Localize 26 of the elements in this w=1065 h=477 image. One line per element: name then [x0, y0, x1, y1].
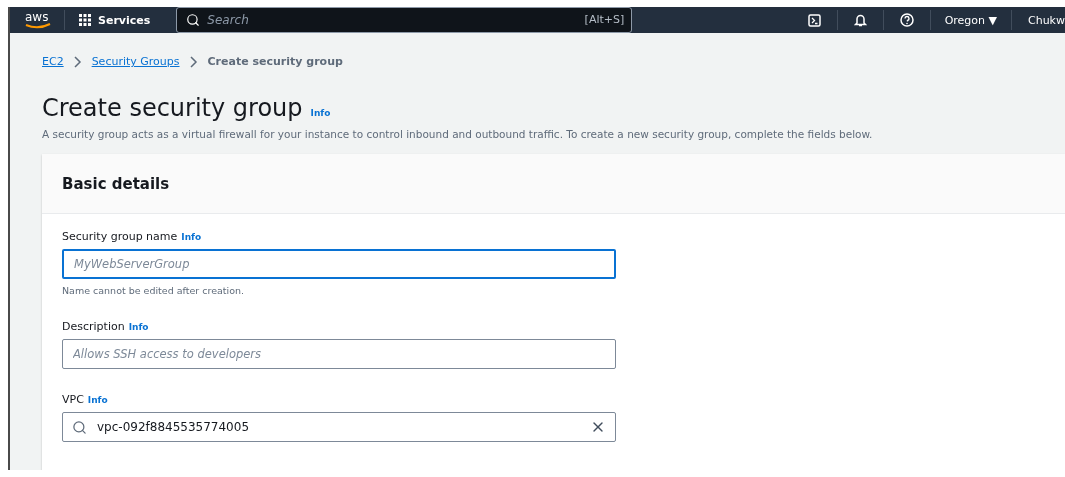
chevron-right-icon	[189, 55, 198, 68]
card-title: Basic details	[62, 174, 170, 193]
field-label: Security group name	[62, 230, 178, 243]
grid-icon	[79, 14, 91, 26]
page-description: A security group acts as a virtual firewall for your instance to control inbound and outbound traffic. To create a new security group, complete the fields below.	[42, 128, 874, 140]
breadcrumb-link[interactable]: Security Groups	[91, 55, 180, 68]
breadcrumb-current: Create security group	[207, 55, 343, 68]
input-field[interactable]: Allows SSH access to developers	[62, 339, 616, 369]
info-link[interactable]: Info	[128, 322, 149, 332]
breadcrumb-link[interactable]: EC2	[42, 55, 64, 68]
field-label: Description	[62, 320, 125, 333]
keyboard-shortcut: [Alt+S]	[584, 13, 625, 26]
services-menu-button[interactable]: Services	[75, 13, 155, 27]
search-icon	[72, 419, 87, 435]
input-field[interactable]: MyWebServerGroup	[62, 249, 616, 279]
info-link[interactable]: Info	[310, 108, 331, 118]
search-icon	[186, 13, 201, 27]
account-menu[interactable]: Chukw	[1022, 13, 1065, 27]
page-title: Create security group	[42, 94, 303, 122]
field-hint: Name cannot be edited after creation.	[62, 285, 246, 296]
region-selector[interactable]: Oregon ▼	[940, 13, 1001, 27]
field-label: VPC	[62, 393, 84, 406]
chevron-right-icon	[73, 55, 82, 68]
search-select-field[interactable]: vpc-092f8845535774005	[62, 412, 616, 442]
info-link[interactable]: Info	[181, 232, 202, 242]
info-link[interactable]: Info	[87, 395, 108, 405]
